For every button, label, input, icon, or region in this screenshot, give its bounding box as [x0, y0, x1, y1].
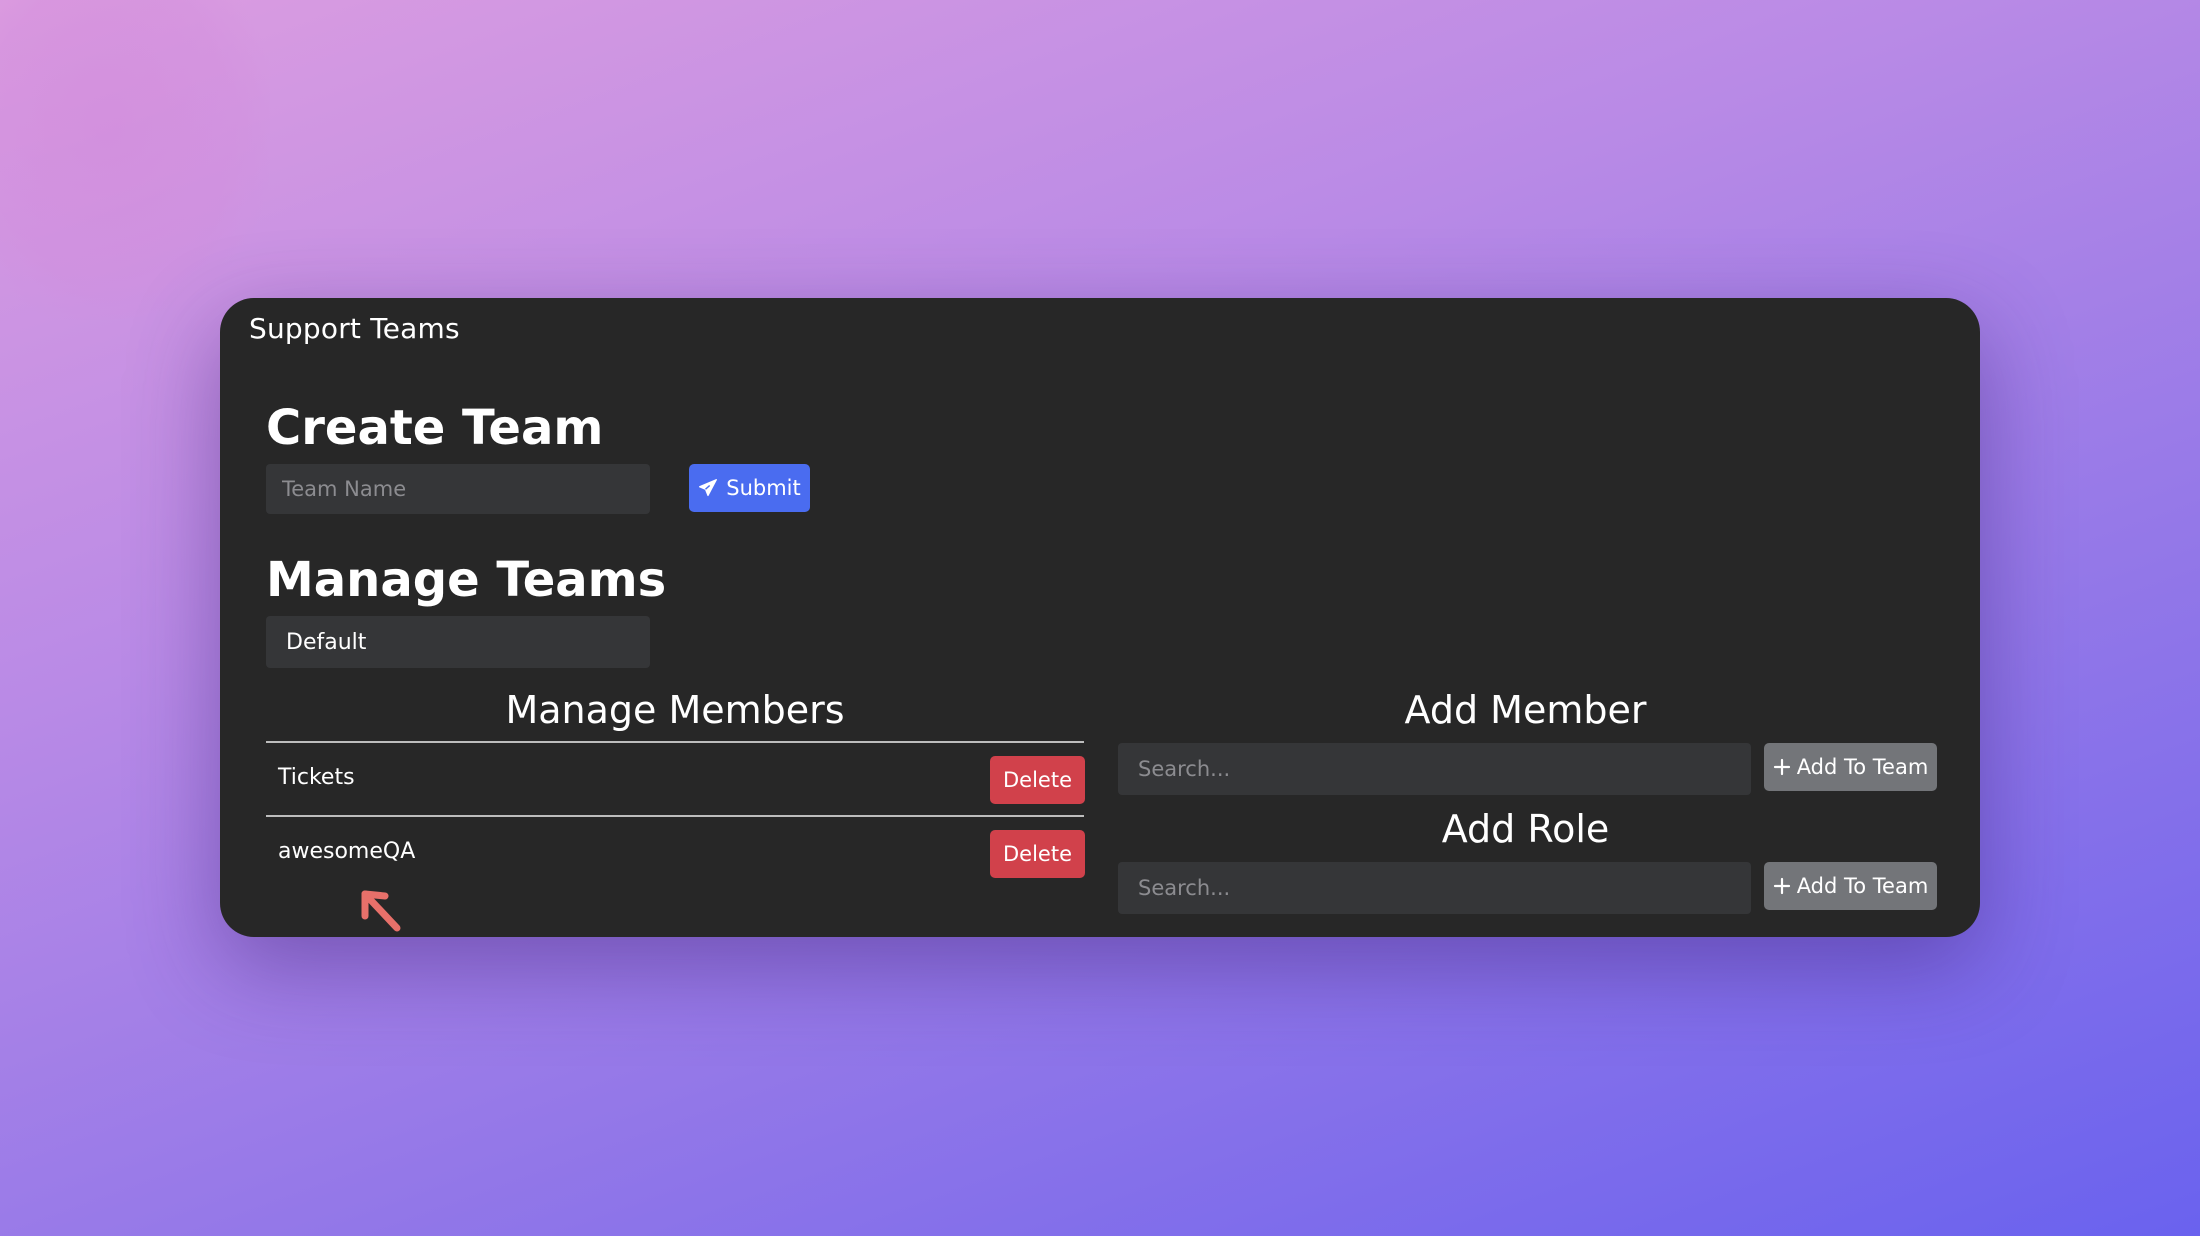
member-name: awesomeQA — [278, 839, 416, 864]
add-role-to-team-label: Add To Team — [1796, 874, 1929, 898]
support-teams-window: Support Teams Create Team Submit Manage … — [220, 298, 1980, 937]
delete-member-button[interactable]: Delete — [990, 756, 1085, 804]
team-select-value: Default — [286, 629, 367, 655]
add-role-to-team-button[interactable]: Add To Team — [1764, 862, 1937, 910]
background-blob — [0, 0, 270, 320]
plus-icon — [1773, 877, 1791, 895]
pointer-arrow-icon — [357, 886, 405, 936]
submit-label: Submit — [726, 476, 801, 500]
submit-button[interactable]: Submit — [689, 464, 810, 512]
window-title: Support Teams — [249, 312, 460, 345]
add-role-heading: Add Role — [1441, 807, 1610, 851]
add-member-to-team-label: Add To Team — [1796, 755, 1929, 779]
delete-member-button[interactable]: Delete — [990, 830, 1085, 878]
member-name: Tickets — [278, 765, 355, 790]
create-team-heading: Create Team — [266, 400, 604, 456]
manage-members-heading: Manage Members — [505, 688, 845, 732]
add-member-to-team-button[interactable]: Add To Team — [1764, 743, 1937, 791]
add-member-heading: Add Member — [1404, 688, 1647, 732]
plus-icon — [1773, 758, 1791, 776]
team-name-input[interactable] — [266, 464, 650, 514]
add-member-search-input[interactable] — [1118, 743, 1751, 795]
member-row: awesomeQA Delete — [266, 815, 1085, 889]
add-role-search-input[interactable] — [1118, 862, 1751, 914]
paper-plane-icon — [698, 478, 718, 498]
team-select[interactable]: Default — [266, 616, 650, 668]
member-row: Tickets Delete — [266, 741, 1085, 815]
manage-teams-heading: Manage Teams — [266, 552, 667, 608]
